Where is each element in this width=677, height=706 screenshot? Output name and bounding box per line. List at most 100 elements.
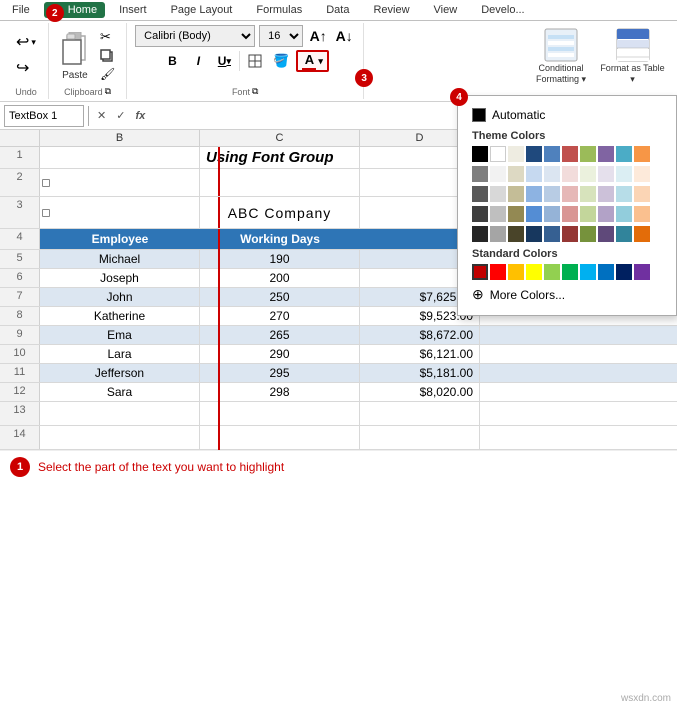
copy-button[interactable] [97, 48, 118, 64]
theme-swatch-2-5[interactable] [562, 186, 578, 202]
more-colors-button[interactable]: ⊕ More Colors... [466, 282, 668, 307]
theme-swatch-1-8[interactable] [616, 166, 632, 182]
cell-10d[interactable]: $6,121.00 [360, 345, 480, 363]
cell-13d[interactable] [360, 402, 480, 425]
tab-data[interactable]: Data [314, 0, 361, 20]
std-swatch-2[interactable] [508, 264, 524, 280]
theme-swatch-1-0[interactable] [472, 166, 488, 182]
paste-button[interactable] [57, 30, 93, 70]
redo-button[interactable]: ↪ [12, 56, 40, 80]
tab-view[interactable]: View [422, 0, 470, 20]
format-table-icon[interactable] [615, 27, 651, 63]
theme-swatch-1-1[interactable] [490, 166, 506, 182]
theme-swatch-3-8[interactable] [616, 206, 632, 222]
theme-swatch-1-5[interactable] [562, 166, 578, 182]
std-swatch-9[interactable] [634, 264, 650, 280]
font-size-select[interactable]: 16 [259, 25, 303, 47]
cell-6b[interactable]: Joseph [40, 269, 200, 287]
cancel-formula-button[interactable]: ✕ [93, 107, 110, 124]
std-swatch-4[interactable] [544, 264, 560, 280]
clipboard-expand-icon[interactable]: ⧉ [105, 86, 111, 97]
theme-swatch-3-0[interactable] [472, 206, 488, 222]
font-expand-icon[interactable]: ⧉ [252, 86, 258, 97]
cell-5b[interactable]: Michael [40, 250, 200, 268]
theme-swatch-0-2[interactable] [508, 146, 524, 162]
theme-swatch-2-0[interactable] [472, 186, 488, 202]
cell-1b[interactable] [40, 147, 200, 168]
theme-swatch-4-1[interactable] [490, 226, 506, 242]
undo-button[interactable]: ↩ ▾ [12, 30, 40, 54]
theme-swatch-2-4[interactable] [544, 186, 560, 202]
automatic-color-option[interactable]: Automatic [466, 104, 668, 126]
theme-swatch-2-3[interactable] [526, 186, 542, 202]
tab-develo[interactable]: Develo... [469, 0, 536, 20]
tab-file[interactable]: File [0, 0, 42, 20]
col-header-b[interactable]: B [40, 130, 200, 146]
theme-swatch-1-7[interactable] [598, 166, 614, 182]
theme-swatch-1-6[interactable] [580, 166, 596, 182]
conditional-format-icon[interactable] [543, 27, 579, 63]
cell-9d[interactable]: $8,672.00 [360, 326, 480, 344]
theme-swatch-4-9[interactable] [634, 226, 650, 242]
theme-swatch-4-8[interactable] [616, 226, 632, 242]
theme-swatch-3-3[interactable] [526, 206, 542, 222]
theme-swatch-3-9[interactable] [634, 206, 650, 222]
format-painter-button[interactable]: 🖌 [97, 66, 118, 82]
std-swatch-1[interactable] [490, 264, 506, 280]
name-box[interactable] [4, 105, 84, 127]
confirm-formula-button[interactable]: ✓ [112, 107, 129, 124]
theme-swatch-3-4[interactable] [544, 206, 560, 222]
theme-swatch-4-4[interactable] [544, 226, 560, 242]
cell-7b[interactable]: John [40, 288, 200, 306]
theme-swatch-2-7[interactable] [598, 186, 614, 202]
theme-swatch-1-9[interactable] [634, 166, 650, 182]
cell-10b[interactable]: Lara [40, 345, 200, 363]
cell-3b[interactable] [40, 197, 200, 228]
cell-14d[interactable] [360, 426, 480, 449]
theme-swatch-0-1[interactable] [490, 146, 506, 162]
font-name-select[interactable]: Calibri (Body) [135, 25, 255, 47]
tab-home[interactable]: 2 Home [44, 2, 105, 18]
bold-button[interactable]: B [161, 50, 183, 72]
theme-swatch-0-9[interactable] [634, 146, 650, 162]
cell-5c[interactable]: 190 [200, 250, 360, 268]
theme-swatch-4-2[interactable] [508, 226, 524, 242]
fx-button[interactable]: fx [131, 108, 149, 124]
cell-11b-jefferson[interactable]: Jefferson [40, 364, 200, 382]
std-swatch-8[interactable] [616, 264, 632, 280]
cell-7c[interactable]: 250 [200, 288, 360, 306]
tab-formulas[interactable]: Formulas [244, 0, 314, 20]
theme-swatch-2-1[interactable] [490, 186, 506, 202]
cell-12d[interactable]: $8,020.00 [360, 383, 480, 401]
theme-swatch-2-9[interactable] [634, 186, 650, 202]
theme-swatch-4-3[interactable] [526, 226, 542, 242]
std-swatch-0[interactable]: 4 [472, 264, 488, 280]
theme-swatch-4-7[interactable] [598, 226, 614, 242]
cell-2c[interactable] [200, 169, 360, 196]
borders-button[interactable] [244, 50, 266, 72]
cell-11c[interactable]: 295 [200, 364, 360, 382]
theme-swatch-0-8[interactable] [616, 146, 632, 162]
cell-8c[interactable]: 270 [200, 307, 360, 325]
cell-4c-workingdays[interactable]: Working Days [200, 229, 360, 249]
theme-swatch-3-7[interactable] [598, 206, 614, 222]
cut-button[interactable]: ✂ [97, 28, 118, 46]
cell-2b[interactable] [40, 169, 200, 196]
theme-swatch-0-4[interactable] [544, 146, 560, 162]
theme-swatch-2-6[interactable] [580, 186, 596, 202]
theme-swatch-0-0[interactable] [472, 146, 488, 162]
font-grow-button[interactable]: A↑ [307, 25, 329, 47]
theme-swatch-2-8[interactable] [616, 186, 632, 202]
cell-3c[interactable]: ABC Company [200, 197, 360, 228]
cell-12c[interactable]: 298 [200, 383, 360, 401]
cell-14c[interactable] [200, 426, 360, 449]
tab-review[interactable]: Review [361, 0, 421, 20]
cell-10c[interactable]: 290 [200, 345, 360, 363]
theme-swatch-1-4[interactable] [544, 166, 560, 182]
theme-swatch-3-6[interactable] [580, 206, 596, 222]
tab-page-layout[interactable]: Page Layout [159, 0, 245, 20]
std-swatch-3[interactable] [526, 264, 542, 280]
std-swatch-7[interactable] [598, 264, 614, 280]
cell-13b[interactable] [40, 402, 200, 425]
fill-color-button[interactable]: 🪣 [270, 50, 292, 72]
